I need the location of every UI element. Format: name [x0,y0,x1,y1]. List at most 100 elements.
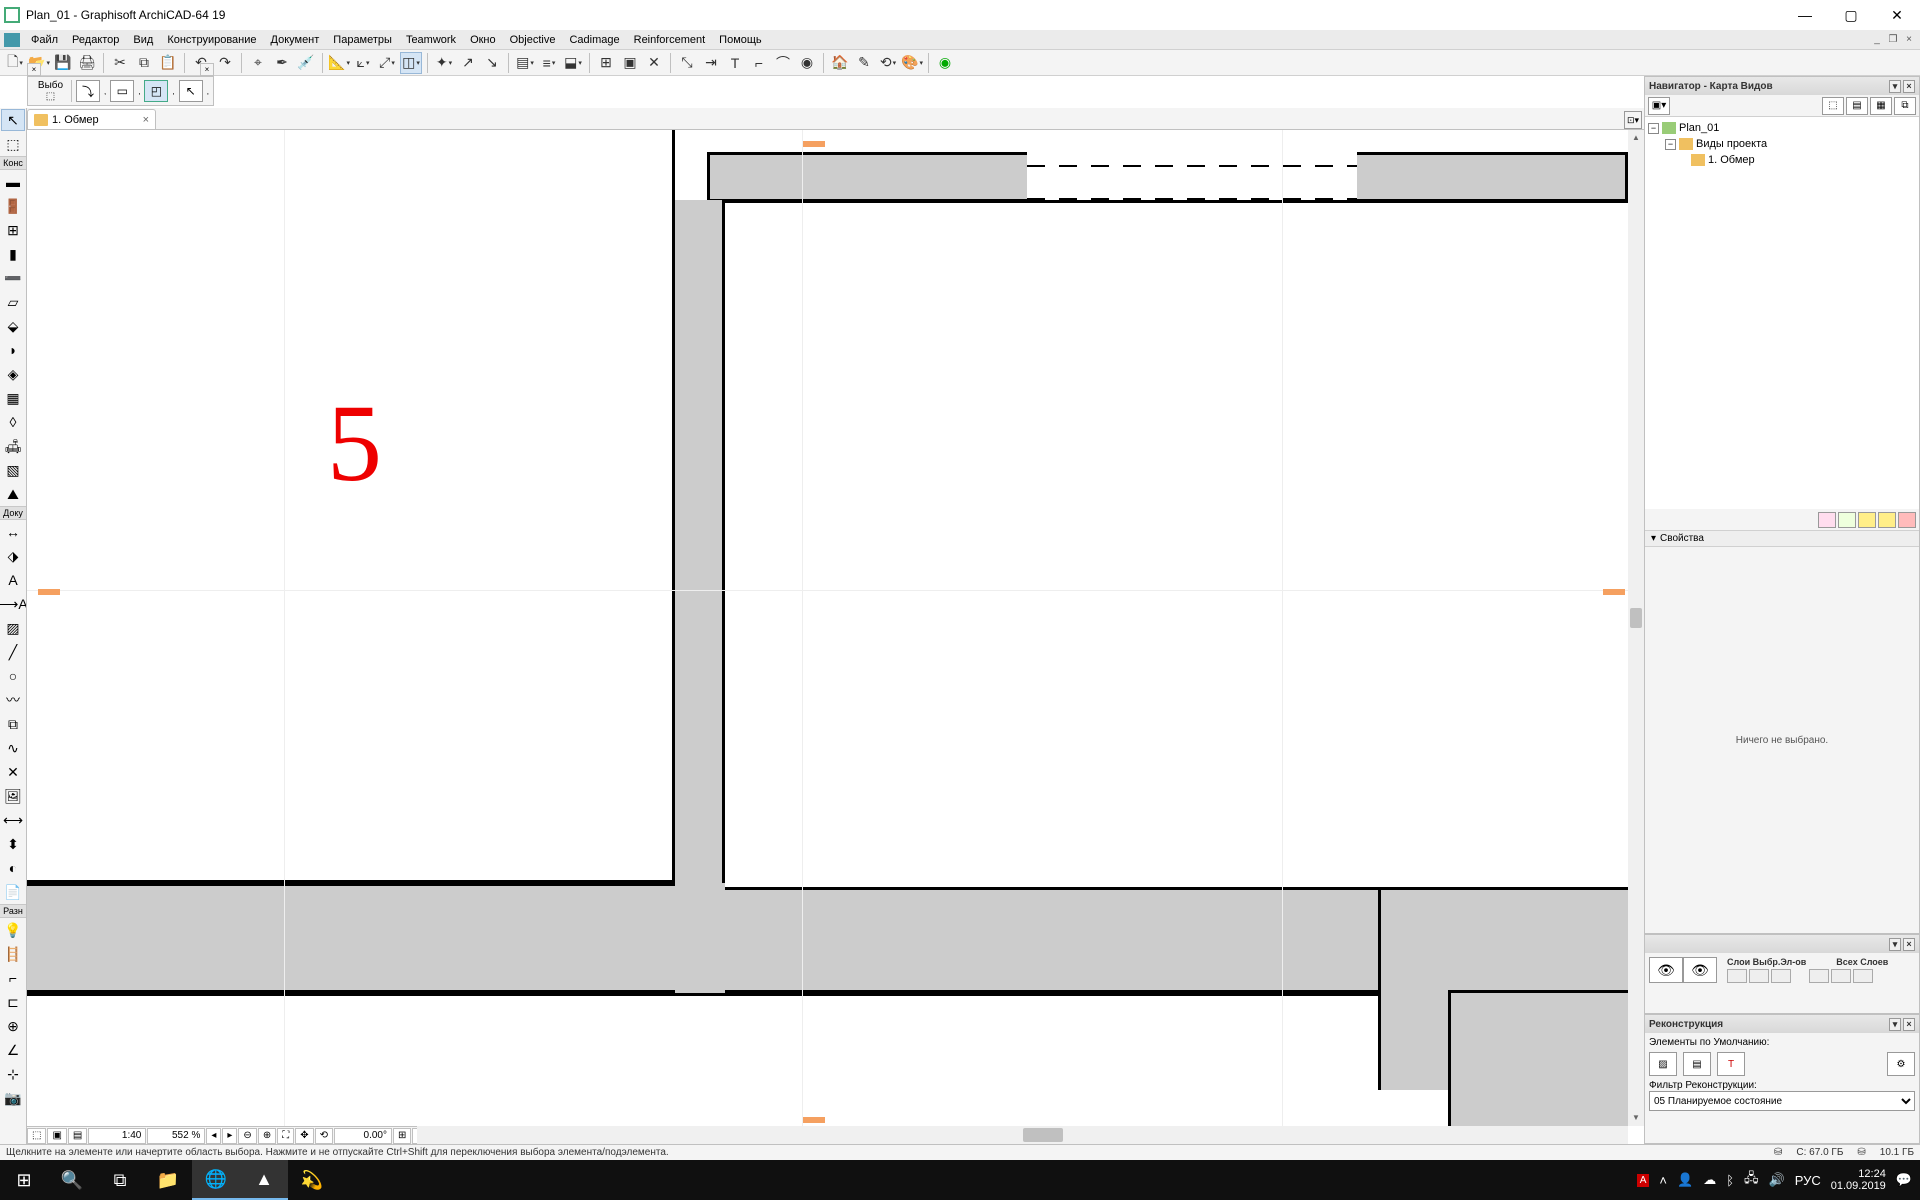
geo-mode4[interactable]: ↖ [179,80,203,102]
radial-tool[interactable]: ⊕ [1,1015,25,1037]
geo-mode2[interactable]: ▭ [110,80,134,102]
layer-vis[interactable] [1727,969,1747,983]
layer-lock[interactable] [1749,969,1769,983]
vertical-scrollbar[interactable]: ▲ ▼ [1628,130,1644,1126]
panel-min-icon[interactable]: ▾ [1889,80,1901,93]
menu-window[interactable]: Окно [463,30,503,50]
vb-next[interactable]: ▸ [222,1128,237,1144]
tray-net-icon[interactable]: 🖧 [1744,1169,1759,1191]
cut-button[interactable]: ✂ [109,52,131,74]
menu-document[interactable]: Документ [264,30,327,50]
save-button[interactable]: 💾 [52,52,74,74]
angle-field[interactable] [334,1128,392,1144]
copy-button[interactable]: ⧉ [133,52,155,74]
tray-lang[interactable]: РУС [1795,1173,1821,1188]
figure-tool[interactable]: 🖼 [1,785,25,807]
panel-close-icon[interactable]: × [1903,938,1915,951]
ie-tool[interactable]: ◐ [1,857,25,879]
vb-zoomfit[interactable]: ⛶ [277,1128,294,1144]
tray-up-icon[interactable]: ˄ [1659,1173,1667,1188]
elevation-tool[interactable]: ⬍ [1,833,25,855]
nav-view3[interactable]: ▦ [1870,97,1892,115]
ruler3-button[interactable]: ⤢▾ [376,52,398,74]
tray-clock[interactable]: 12:2401.09.2019 [1831,1168,1886,1192]
minimize-button[interactable]: — [1782,0,1828,30]
polyline-tool[interactable]: 〰 [1,689,25,711]
chrome-button[interactable]: 🌐 [192,1160,240,1200]
menu-editor[interactable]: Редактор [65,30,126,50]
label-tool[interactable]: ⟶A [1,593,25,615]
lamp-tool[interactable]: 💡 [1,919,25,941]
door-tool[interactable]: 🚪 [1,195,25,217]
quick-options[interactable]: ⊡▾ [1624,111,1642,129]
tray-bt-icon[interactable]: ᛒ [1726,1173,1734,1188]
recon-settings[interactable]: ⚙ [1887,1052,1915,1076]
prop-btn5[interactable] [1898,512,1916,528]
slab-tool[interactable]: ▱ [1,291,25,313]
mode-button[interactable]: ⟲▾ [877,52,899,74]
morph-tool[interactable]: ◊ [1,411,25,433]
curtain-tool[interactable]: ▦ [1,387,25,409]
recon-type2[interactable]: ▤ [1683,1052,1711,1076]
prop-btn1[interactable] [1818,512,1836,528]
cancel-button[interactable]: ✕ [643,52,665,74]
vb-prev[interactable]: ◂ [206,1128,221,1144]
prop-btn2[interactable] [1838,512,1856,528]
trace-button[interactable]: ▣ [619,52,641,74]
prop-btn4[interactable] [1878,512,1896,528]
fill-tool[interactable]: ▨ [1,617,25,639]
vb-opt1[interactable]: ⊞ [393,1128,411,1144]
inject-button[interactable]: 💉 [295,52,317,74]
navigator-tree[interactable]: −Plan_01 −Виды проекта 1. Обмер [1645,117,1919,509]
layer-3d[interactable] [1771,969,1791,983]
menu-view[interactable]: Вид [126,30,160,50]
tree-toggle[interactable]: − [1648,123,1659,134]
mdi-restore[interactable]: ❐ [1886,34,1900,45]
worksheet-tool[interactable]: 📄 [1,881,25,903]
zone-tool[interactable]: ▧ [1,459,25,481]
dim3-button[interactable]: T [724,52,746,74]
vb-btn1[interactable]: ⬚ [27,1128,46,1144]
line-tool[interactable]: ╱ [1,641,25,663]
drawing-tool[interactable]: ⧉ [1,713,25,735]
dimension-tool[interactable]: ↔ [1,521,25,543]
ruler4-button[interactable]: ◫▾ [400,52,422,74]
paste-button[interactable]: 📋 [157,52,179,74]
vb-orbit[interactable]: ⟲ [315,1128,333,1144]
pen-button[interactable]: ⬓▾ [562,52,584,74]
column-tool[interactable]: ▮ [1,243,25,265]
menu-parameters[interactable]: Параметры [326,30,399,50]
geo-close-icon[interactable]: × [27,63,41,76]
panel-min-icon[interactable]: ▾ [1889,938,1901,951]
layer-eye-sel[interactable]: 👁 [1683,957,1717,983]
eyedrop-button[interactable]: ✒ [271,52,293,74]
circle-tool[interactable]: ○ [1,665,25,687]
spline-tool[interactable]: ∿ [1,737,25,759]
nav-view1[interactable]: ⬚ [1822,97,1844,115]
search-button[interactable]: 🔍 [48,1160,96,1200]
wallend-tool[interactable]: ⊏ [1,991,25,1013]
snap3-button[interactable]: ↘ [481,52,503,74]
arrow-tool[interactable]: ↖ [1,109,25,131]
ruler1-button[interactable]: 📐▾ [328,52,350,74]
panel-close-icon[interactable]: × [1903,80,1915,93]
skylight-tool[interactable]: ◈ [1,363,25,385]
tray-people-icon[interactable]: 👤 [1677,1172,1693,1188]
doc-tab-active[interactable]: 1. Обмер × [27,109,156,129]
camera-tool[interactable]: 📷 [1,1087,25,1109]
panel-min-icon[interactable]: ▾ [1889,1018,1901,1031]
layer-vis2[interactable] [1809,969,1829,983]
pick-button[interactable]: ⌖ [247,52,269,74]
dim5-button[interactable]: ⌒ [772,52,794,74]
grid-button[interactable]: ⊞ [595,52,617,74]
nav-view4[interactable]: ⧉ [1894,97,1916,115]
mdi-minimize[interactable]: _ [1870,34,1884,45]
render-button[interactable]: ✎ [853,52,875,74]
vb-btn3[interactable]: ▤ [68,1128,87,1144]
horizontal-scrollbar[interactable] [417,1126,1628,1144]
layer-button[interactable]: ▤▾ [514,52,536,74]
zoom-field[interactable] [147,1128,205,1144]
story-button[interactable]: ≡▾ [538,52,560,74]
tray-cloud-icon[interactable]: ☁ [1703,1172,1716,1188]
vb-zoomout[interactable]: ⊖ [238,1128,256,1144]
